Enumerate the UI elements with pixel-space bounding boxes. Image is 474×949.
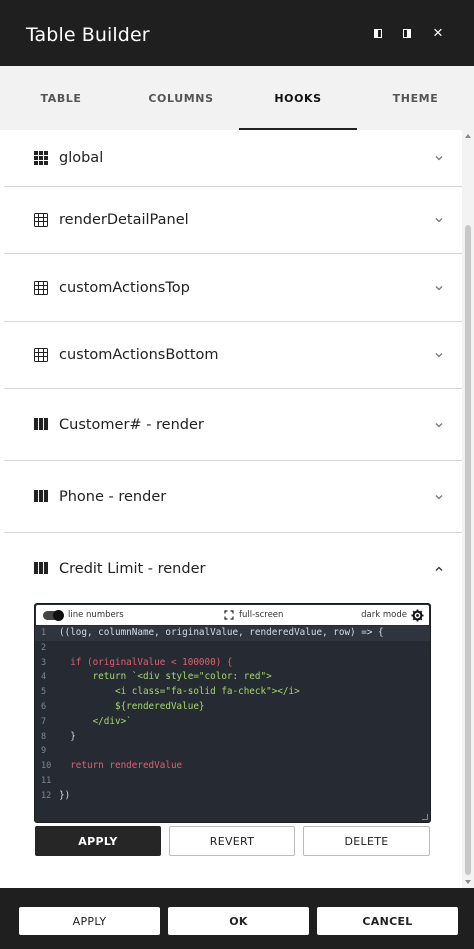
line-number: 6 — [41, 701, 47, 712]
hook-delete-button[interactable]: DELETE — [303, 826, 430, 856]
hook-label: global — [59, 150, 104, 166]
line-number: 11 — [41, 775, 52, 786]
chevron-up-icon[interactable] — [434, 564, 444, 574]
line-number: 9 — [41, 746, 47, 757]
hook-item-customactionsbottom[interactable]: customActionsBottom — [4, 322, 462, 389]
fullscreen-label[interactable]: full-screen — [239, 610, 283, 620]
hook-item-customactionstop[interactable]: customActionsTop — [4, 254, 462, 322]
chevron-down-icon[interactable] — [434, 350, 444, 360]
gear-icon[interactable] — [411, 609, 424, 622]
code-line: 11 — [35, 774, 430, 789]
ok-button[interactable]: OK — [168, 907, 309, 935]
chevron-down-icon[interactable] — [434, 215, 444, 225]
dock-left-icon[interactable] — [367, 22, 389, 44]
code-text: if (originalValue < 100000) { — [59, 656, 233, 668]
line-number: 1 — [41, 628, 47, 638]
code-line: 3 if (originalValue < 100000) { — [35, 656, 430, 671]
tab-columns[interactable]: COLUMNS — [122, 66, 240, 130]
tab-bar: TABLE COLUMNS HOOKS THEME — [0, 66, 474, 130]
hook-item-credit-limit-render[interactable]: Credit Limit - render — [4, 533, 462, 605]
code-text: ${renderedValue} — [59, 700, 205, 712]
hook-item-renderdetailpanel[interactable]: renderDetailPanel — [4, 187, 462, 254]
chevron-down-icon[interactable] — [434, 283, 444, 293]
grid-icon — [34, 151, 48, 165]
hooks-panel: global renderDetailPanel customActionsTo… — [4, 130, 462, 888]
apply-button[interactable]: APPLY — [19, 907, 160, 935]
dark-mode-label: dark mode — [361, 610, 407, 620]
dialog-footer: APPLY OK CANCEL — [0, 888, 474, 949]
hook-label: Phone - render — [59, 488, 167, 505]
hook-label: Credit Limit - render — [59, 561, 206, 577]
line-number: 2 — [41, 642, 47, 653]
hook-apply-button[interactable]: APPLY — [35, 826, 161, 856]
code-editor[interactable]: line numbers full-screen dark mode 1 ((lo… — [34, 603, 431, 823]
window-title: Table Builder — [26, 24, 150, 46]
line-number: 3 — [41, 657, 47, 668]
hook-label: Customer# - render — [59, 416, 204, 433]
code-text: return renderedValue — [59, 760, 183, 772]
dock-right-icon[interactable] — [396, 22, 418, 44]
table-icon — [34, 213, 48, 227]
code-line: 12}) — [35, 789, 430, 804]
code-text: } — [59, 730, 76, 742]
hook-label: customActionsBottom — [59, 347, 219, 363]
code-text: }) — [59, 789, 71, 801]
line-number: 4 — [41, 672, 47, 683]
columns-icon — [34, 489, 48, 504]
hook-item-phone-render[interactable]: Phone - render — [4, 461, 462, 533]
hook-label: customActionsTop — [59, 279, 190, 296]
code-line: 8 } — [35, 730, 430, 745]
code-text: ((log, columnName, originalValue, render… — [59, 627, 384, 638]
tab-hooks[interactable]: HOOKS — [239, 66, 357, 130]
fullscreen-icon[interactable] — [224, 610, 234, 620]
table-icon — [34, 280, 48, 295]
cancel-button[interactable]: CANCEL — [317, 907, 458, 935]
table-icon — [34, 348, 48, 362]
hook-item-customer-render[interactable]: Customer# - render — [4, 389, 462, 461]
code-line: 4 return `<div style="color: red"> — [35, 670, 430, 685]
code-area[interactable]: 1 ((log, columnName, originalValue, rende… — [35, 626, 430, 804]
tab-theme[interactable]: THEME — [357, 66, 474, 130]
scroll-down-icon[interactable] — [465, 880, 471, 884]
scroll-up-icon[interactable] — [465, 134, 471, 138]
code-text: </div>` — [59, 715, 132, 727]
code-text: return `<div style="color: red"> — [59, 671, 272, 683]
line-number: 5 — [41, 687, 47, 698]
line-number: 8 — [41, 731, 47, 742]
code-line: 5 <i class="fa-solid fa-check"></i> — [35, 685, 430, 700]
code-text: <i class="fa-solid fa-check"></i> — [59, 686, 300, 698]
line-numbers-toggle[interactable] — [43, 610, 64, 621]
hook-item-global[interactable]: global — [4, 130, 462, 187]
line-numbers-label: line numbers — [68, 610, 124, 620]
columns-icon — [34, 417, 48, 432]
code-line: 9 — [35, 744, 430, 759]
line-number: 10 — [41, 761, 52, 772]
tab-table[interactable]: TABLE — [0, 66, 122, 130]
line-number: 12 — [41, 790, 52, 801]
hook-label: renderDetailPanel — [59, 212, 189, 228]
vertical-scrollbar[interactable] — [462, 130, 474, 888]
editor-toolbar: line numbers full-screen dark mode — [35, 604, 430, 626]
chevron-down-icon[interactable] — [434, 153, 444, 163]
columns-icon — [34, 562, 48, 576]
title-bar: Table Builder × — [0, 0, 474, 66]
chevron-down-icon[interactable] — [434, 492, 444, 502]
chevron-down-icon[interactable] — [434, 420, 444, 430]
close-icon[interactable]: × — [427, 22, 449, 44]
code-line: 2 — [35, 641, 430, 656]
code-line: 1 ((log, columnName, originalValue, rende… — [35, 626, 430, 641]
line-number: 7 — [41, 716, 47, 727]
hook-revert-button[interactable]: REVERT — [169, 826, 295, 856]
resize-handle[interactable] — [422, 814, 428, 820]
code-line: 7 </div>` — [35, 715, 430, 730]
scrollbar-thumb[interactable] — [465, 225, 471, 875]
code-line: 10 return renderedValue — [35, 759, 430, 774]
code-line: 6 ${renderedValue} — [35, 700, 430, 715]
